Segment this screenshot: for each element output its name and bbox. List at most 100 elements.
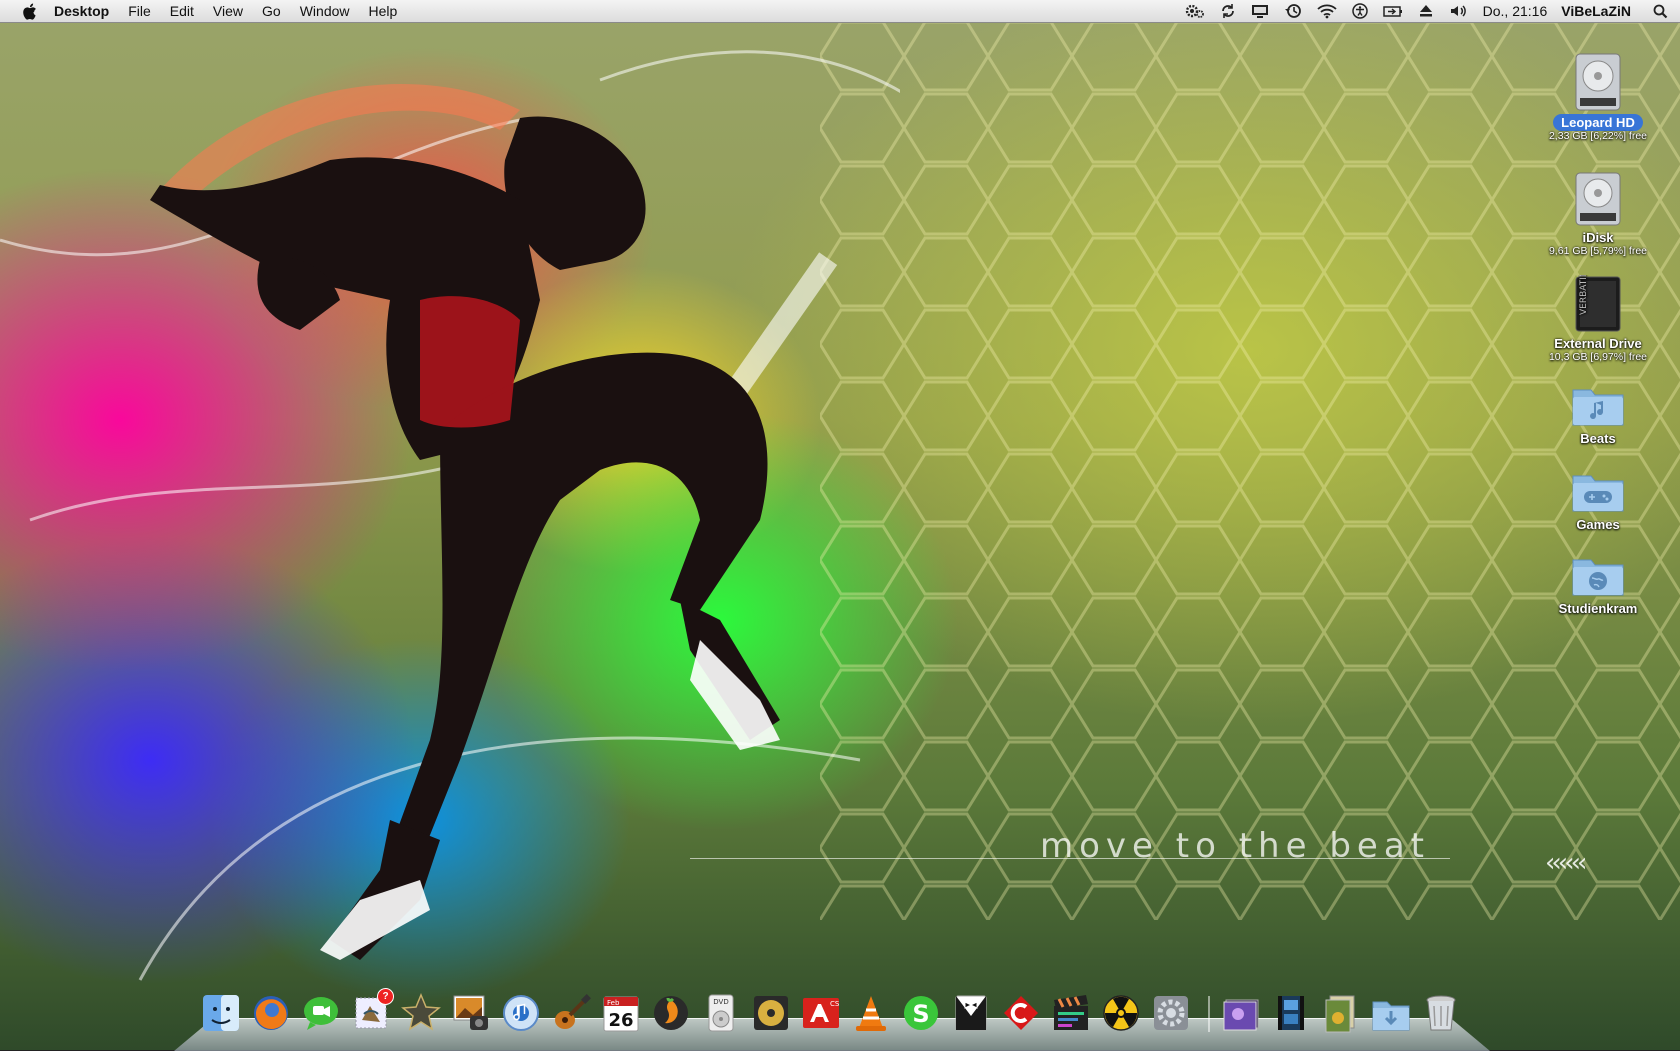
dock-vlc[interactable] bbox=[850, 992, 892, 1034]
dock-mail[interactable]: ? bbox=[350, 988, 394, 1034]
star-icon bbox=[401, 993, 441, 1031]
film-strip-icon bbox=[1278, 996, 1304, 1030]
accessibility-icon[interactable] bbox=[1351, 3, 1368, 19]
dock-adobe[interactable]: CS bbox=[800, 992, 842, 1034]
radiation-icon bbox=[1103, 995, 1139, 1031]
photos-stack-icon bbox=[1223, 999, 1259, 1031]
dock-stack-photos[interactable] bbox=[1220, 992, 1262, 1034]
dock-trash[interactable] bbox=[1420, 992, 1462, 1034]
dock: ? Feb 26 DVD CS S bbox=[174, 988, 1490, 1051]
volume-icon[interactable] bbox=[1449, 3, 1469, 19]
desktop-icon-leopard-hd[interactable]: Leopard HD 2,33 GB [6,22%] free bbox=[1533, 52, 1663, 142]
adobe-icon: CS bbox=[803, 998, 840, 1028]
dock-system-preferences[interactable] bbox=[1150, 992, 1192, 1034]
music-folder-icon bbox=[1572, 389, 1624, 426]
skype-icon: S bbox=[904, 996, 938, 1030]
icon-label: Games bbox=[1576, 517, 1620, 532]
svg-text:CS: CS bbox=[830, 1000, 840, 1008]
dock-disk-utility[interactable] bbox=[750, 992, 792, 1034]
hard-drive-icon bbox=[1575, 172, 1621, 226]
dock-ical[interactable]: Feb 26 bbox=[600, 992, 642, 1034]
svg-text:DVD: DVD bbox=[713, 998, 728, 1006]
calendar-icon: Feb 26 bbox=[603, 996, 639, 1032]
wallpaper-tagline: move to the beat bbox=[1040, 826, 1430, 866]
menu-bar: Desktop File Edit View Go Window Help Do… bbox=[0, 0, 1680, 23]
menu-window[interactable]: Window bbox=[300, 3, 350, 19]
dock-firefox[interactable] bbox=[250, 992, 292, 1034]
dock-stack-movies[interactable] bbox=[1270, 992, 1312, 1034]
menu-app-name[interactable]: Desktop bbox=[54, 3, 109, 19]
gears-icon[interactable] bbox=[1185, 3, 1205, 19]
desktop-icon-beats[interactable]: Beats bbox=[1533, 382, 1663, 447]
firefox-icon bbox=[254, 996, 288, 1030]
dock-separator bbox=[1208, 996, 1210, 1032]
dock-imovie[interactable] bbox=[400, 992, 442, 1034]
downloads-folder-icon bbox=[1372, 1001, 1410, 1031]
svg-text:26: 26 bbox=[608, 1010, 633, 1031]
eject-icon[interactable] bbox=[1418, 3, 1434, 19]
tuxedo-icon bbox=[955, 995, 987, 1031]
dock-fl-studio[interactable] bbox=[650, 992, 692, 1034]
finder-icon bbox=[203, 995, 239, 1031]
icon-label: iDisk bbox=[1582, 230, 1614, 245]
dvd-player-icon: DVD bbox=[708, 994, 734, 1032]
dock-final-cut[interactable] bbox=[1050, 992, 1092, 1034]
apple-menu-icon[interactable] bbox=[18, 3, 40, 20]
time-machine-icon[interactable] bbox=[1284, 3, 1302, 19]
clapperboard-icon bbox=[1054, 995, 1088, 1030]
user-menu[interactable]: ViBeLaZiN bbox=[1561, 3, 1631, 19]
status-area: Do., 21:16 ViBeLaZiN bbox=[1170, 0, 1680, 22]
chat-camera-icon bbox=[304, 997, 338, 1030]
display-icon[interactable] bbox=[1251, 3, 1269, 19]
wifi-icon[interactable] bbox=[1317, 3, 1337, 19]
dock-stack-downloads[interactable] bbox=[1370, 992, 1412, 1034]
menu-help[interactable]: Help bbox=[369, 3, 398, 19]
dancer-silhouette bbox=[0, 50, 900, 981]
desktop-icon-external-drive[interactable]: VERBATIM External Drive 10,3 GB [6,97%] … bbox=[1533, 275, 1663, 363]
desktop-icon-idisk[interactable]: iDisk 9,61 GB [5,79%] free bbox=[1533, 171, 1663, 257]
icon-subtitle: 9,61 GB [5,79%] free bbox=[1548, 245, 1648, 257]
battery-icon[interactable] bbox=[1382, 3, 1403, 19]
dock-finder[interactable] bbox=[200, 992, 242, 1034]
menu-edit[interactable]: Edit bbox=[170, 3, 194, 19]
menu-view[interactable]: View bbox=[213, 3, 243, 19]
desktop-icon-games[interactable]: Games bbox=[1533, 468, 1663, 533]
desktop-wallpaper: move to the beat ‹‹‹‹‹‹ bbox=[0, 0, 1680, 1050]
dock-stack-documents[interactable] bbox=[1320, 992, 1362, 1034]
dock-cinema[interactable] bbox=[1000, 992, 1042, 1034]
icon-subtitle: 10,3 GB [6,97%] free bbox=[1548, 351, 1648, 363]
external-drive-icon: VERBATIM bbox=[1575, 275, 1621, 332]
hard-drive-icon bbox=[1575, 53, 1621, 111]
sync-icon[interactable] bbox=[1220, 3, 1236, 19]
svg-text:VERBATIM: VERBATIM bbox=[1579, 275, 1589, 315]
dock-ichat[interactable] bbox=[300, 992, 342, 1034]
dock-skype[interactable]: S bbox=[900, 992, 942, 1034]
dock-itunes[interactable] bbox=[500, 992, 542, 1034]
svg-text:Feb: Feb bbox=[607, 999, 620, 1007]
games-folder-icon bbox=[1572, 475, 1624, 512]
chevron-arrows: ‹‹‹‹‹‹ bbox=[1545, 848, 1587, 878]
dock-dvd-player[interactable]: DVD bbox=[700, 992, 742, 1034]
spotlight-search-icon[interactable] bbox=[1653, 4, 1668, 19]
itunes-music-icon bbox=[503, 995, 539, 1031]
menu-go[interactable]: Go bbox=[262, 3, 281, 19]
dock-iphoto[interactable] bbox=[450, 992, 492, 1034]
documents-stack-icon bbox=[1325, 995, 1355, 1033]
dock-tuxedo[interactable] bbox=[950, 992, 992, 1034]
menu-file[interactable]: File bbox=[128, 3, 151, 19]
dock-burn[interactable] bbox=[1100, 992, 1142, 1034]
svg-text:S: S bbox=[912, 1000, 929, 1028]
icon-subtitle: 2,33 GB [6,22%] free bbox=[1548, 130, 1648, 142]
dock-garageband[interactable] bbox=[550, 992, 592, 1034]
photo-camera-icon bbox=[453, 995, 488, 1030]
disk-gold-icon bbox=[754, 996, 788, 1030]
icon-label: Beats bbox=[1580, 431, 1616, 446]
trash-icon bbox=[1426, 995, 1456, 1031]
mail-badge: ? bbox=[377, 988, 394, 1005]
icon-label: Leopard HD bbox=[1553, 114, 1643, 131]
globe-folder-icon bbox=[1572, 559, 1624, 596]
clock[interactable]: Do., 21:16 bbox=[1483, 3, 1548, 19]
desktop-icon-studienkram[interactable]: Studienkram bbox=[1533, 554, 1663, 617]
traffic-cone-icon bbox=[856, 996, 886, 1031]
icon-label: Studienkram bbox=[1558, 601, 1638, 616]
